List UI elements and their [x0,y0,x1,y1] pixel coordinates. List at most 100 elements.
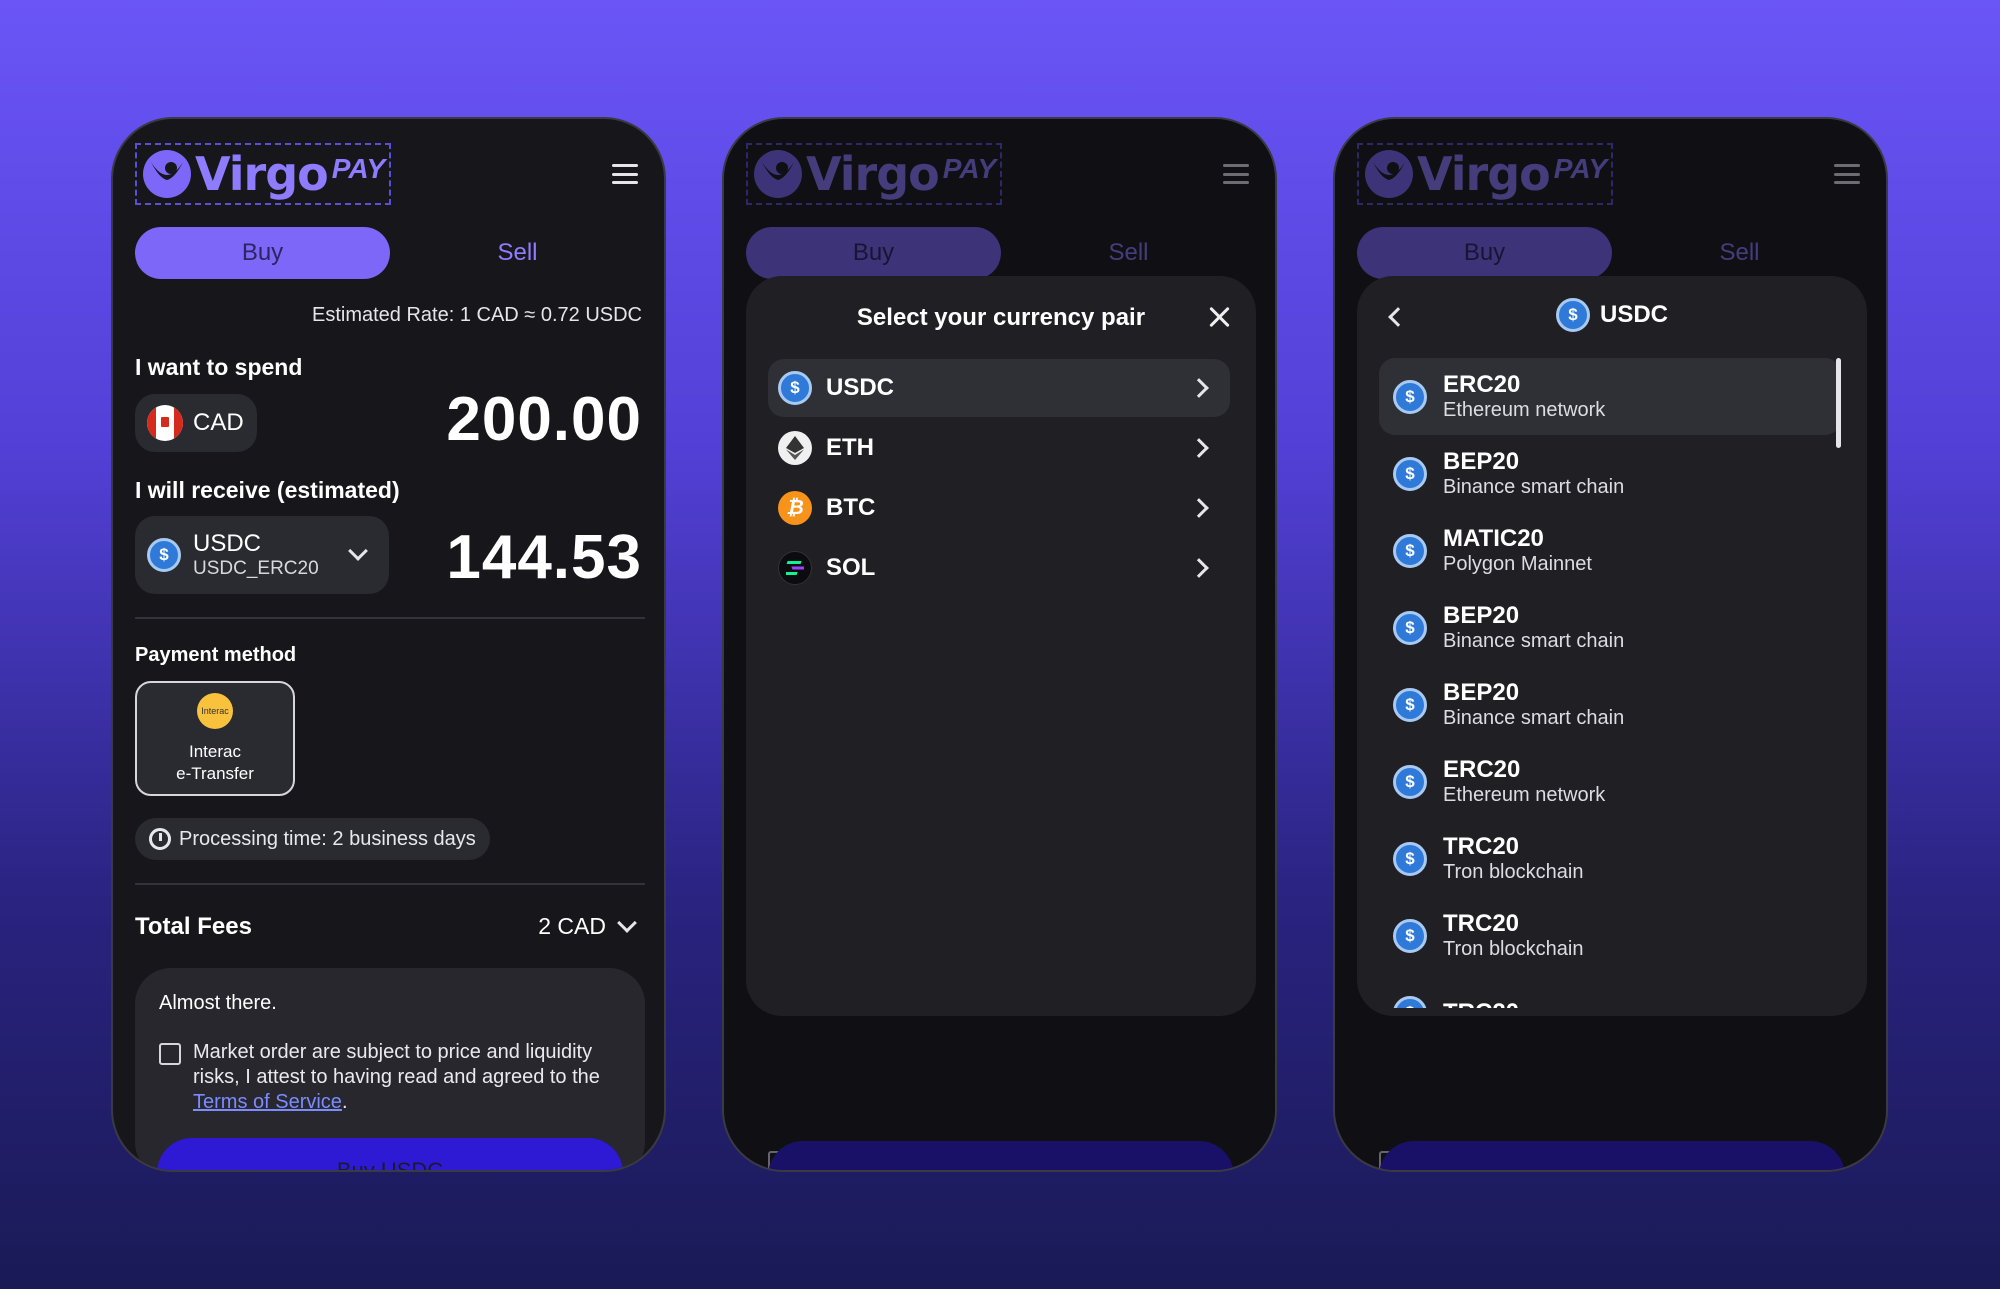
chevron-right-icon [1189,438,1209,458]
scrollbar[interactable] [1836,358,1841,448]
clock-icon [149,828,171,850]
network-name: Tron blockchain [1443,861,1584,883]
terms-row: Market order are subject to price and li… [159,1040,613,1115]
payment-method-line1: Interac [189,741,241,761]
currency-label: SOL [826,554,876,581]
tab-sell[interactable]: Sell [390,227,645,279]
terms-text: Market order are subject to price and li… [193,1041,600,1088]
terms-checkbox[interactable] [159,1043,181,1065]
phone-buy-screen: Virgo PAY Buy Sell Estimated Rate: 1 CAD… [111,117,666,1172]
currency-label: BTC [826,494,876,521]
network-code: MATIC20 [1443,525,1544,552]
usdc-icon: $ [1393,379,1427,414]
network-code: TRC20 [1443,833,1520,860]
payment-method-interac[interactable]: Interac Interac e-Transfer [135,681,295,796]
usdc-icon: $ [1393,841,1427,876]
network-sheet: $ USDC $ ERC20 Ethereum network $ BEP20 Bi… [1357,276,1867,1016]
terms-end: . [341,1091,348,1113]
divider [135,883,645,885]
terms-of-service-link[interactable]: Terms of Service [193,1091,342,1113]
usdc-icon: $ [147,538,181,572]
eth-icon [778,431,812,465]
buy-sell-tabs: Buy Sell [135,227,645,279]
total-fees-label: Total Fees [135,913,252,940]
network-row[interactable]: $ ERC20 Ethereum network [1379,358,1841,435]
virgo-pay-logo[interactable]: Virgo PAY [135,143,392,205]
network-list: $ ERC20 Ethereum network $ BEP20 Binance s… [1379,358,1841,1008]
network-name: Binance smart chain [1443,476,1625,498]
spend-label: I want to spend [135,354,303,380]
phone-currency-pair-screen: Virgo PAY Buy Sell Market order are subj… [722,117,1277,1172]
brand-name: Virgo [195,147,329,201]
network-name: Polygon Mainnet [1443,553,1592,575]
processing-time: Processing time: 2 business days [179,827,476,850]
usdc-icon: $ [1555,298,1590,332]
usdc-icon: $ [778,371,812,405]
network-sheet-title: $ USDC [1357,298,1867,332]
network-row[interactable]: $ MATIC20 Polygon Mainnet [1379,512,1841,589]
sheet-title: Select your currency pair [856,304,1146,331]
spend-amount-input[interactable]: 200.00 [446,384,642,455]
usdc-icon: $ [1393,687,1427,722]
receive-network: USDC_ERC20 [193,558,319,579]
network-row[interactable]: $ BEP20 Binance smart chain [1379,666,1841,743]
usdc-icon: $ [1393,533,1427,568]
network-code: TRC20 [1443,999,1519,1009]
currency-label: ETH [826,434,874,461]
network-code: ERC20 [1443,756,1521,783]
network-row[interactable]: $ TRC20 Tron blockchain [1379,820,1841,897]
virgo-logo-icon [143,150,191,198]
almost-there-text: Almost there. [159,992,277,1014]
usdc-icon: $ [1393,610,1427,645]
network-name: Tron blockchain [1443,938,1584,960]
canada-flag-icon [147,405,183,441]
network-row[interactable]: $ TRC20 [1379,974,1841,1008]
estimated-rate: Estimated Rate: 1 CAD ≈ 0.72 USDC [312,304,642,326]
sol-icon [778,551,812,585]
network-row[interactable]: $ BEP20 Binance smart chain [1379,435,1841,512]
usdc-icon: $ [1393,918,1427,953]
network-code: TRC20 [1443,910,1520,937]
interac-logo-icon: Interac [197,692,233,729]
currency-row-btc[interactable]: ₿ BTC [768,479,1230,537]
app-header: Virgo PAY [113,119,664,229]
receive-currency-selector[interactable]: $ USDC USDC_ERC20 [135,516,389,594]
usdc-icon: $ [1393,995,1427,1008]
btc-icon: ₿ [778,491,812,525]
payment-method-label: Payment method [135,644,297,666]
tab-buy[interactable]: Buy [135,227,390,279]
network-name: Ethereum network [1443,399,1606,421]
receive-currency: USDC [193,530,262,557]
network-row[interactable]: $ TRC20 Tron blockchain [1379,897,1841,974]
network-name: Ethereum network [1443,784,1606,806]
receive-amount: 144.53 [446,523,642,592]
payment-method-line2: e-Transfer [176,763,254,783]
network-code: BEP20 [1443,602,1520,629]
total-fees-value: 2 CAD [538,913,606,939]
currency-row-eth[interactable]: ETH [768,419,1230,477]
chevron-down-icon [617,912,637,933]
spend-currency-selector[interactable]: CAD [135,394,257,452]
network-code: BEP20 [1443,679,1520,706]
hamburger-menu-icon[interactable] [612,164,638,184]
chevron-right-icon [1189,378,1209,398]
network-name: Binance smart chain [1443,707,1625,729]
total-fees-toggle[interactable]: 2 CAD [538,912,637,940]
currency-label: USDC [826,374,895,401]
usdc-icon: $ [1393,764,1427,799]
selected-currency: USDC [1599,301,1668,328]
divider [135,617,645,619]
spend-currency: CAD [193,409,244,436]
brand-sub: PAY [331,153,386,184]
checkout-card: Almost there. Market order are subject t… [135,968,645,1170]
receive-label: I will receive (estimated) [135,477,400,503]
buy-usdc-button[interactable]: Buy USDC [157,1138,623,1170]
currency-row-usdc[interactable]: $ USDC [768,359,1230,417]
network-code: ERC20 [1443,371,1521,398]
currency-row-sol[interactable]: SOL [768,539,1230,597]
phone-network-screen: Virgo PAY Buy Sell Market order are subj… [1333,117,1888,1172]
network-row[interactable]: $ ERC20 Ethereum network [1379,743,1841,820]
usdc-icon: $ [1393,456,1427,491]
network-row[interactable]: $ BEP20 Binance smart chain [1379,589,1841,666]
close-icon[interactable] [1208,306,1230,328]
